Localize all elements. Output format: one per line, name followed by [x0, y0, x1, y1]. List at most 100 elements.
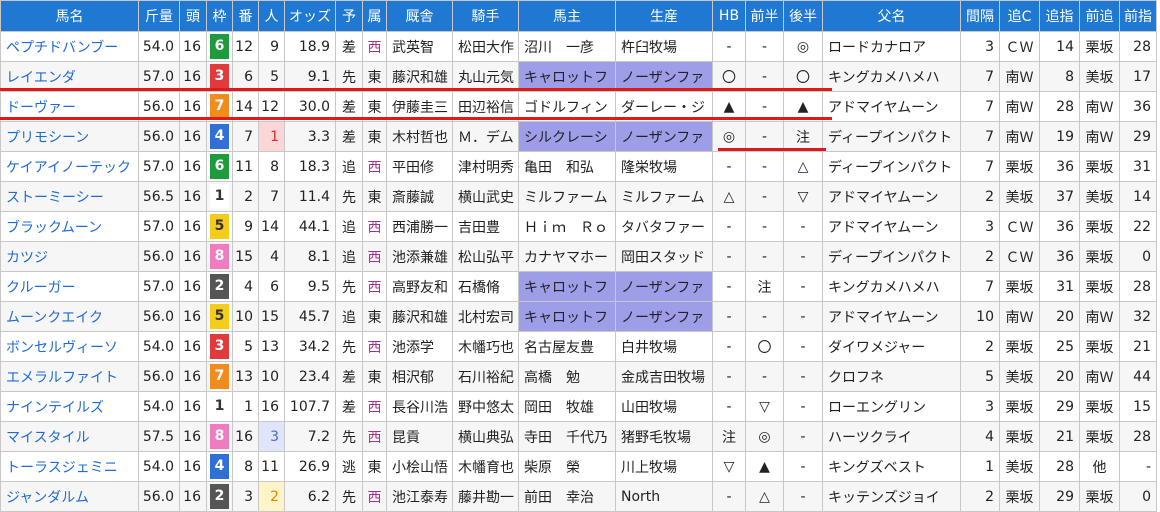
horse-name-link[interactable]: トーラスジェミニ [6, 460, 118, 476]
table-row[interactable]: ブラックムーン 57.0 16 5 9 14 44.1 追西西浦勝一 吉田豊 Ｈｉｍ Ｒｏ タバタフ… [0, 211, 1157, 242]
cell-tou: 16 [179, 391, 207, 422]
column-header-waku[interactable]: 枠 [206, 0, 233, 32]
table-row[interactable]: ペプチドバンブー 54.0 16 6 12 9 18.9 差西武英智 松田大作 沼川 一彦 杵臼牧場… [0, 31, 1157, 62]
cell-ban: 6 [232, 61, 259, 92]
horse-name-cell[interactable]: ジャンダルム [0, 481, 139, 512]
cell-sire: ローエングリン [822, 391, 961, 422]
horse-name-cell[interactable]: クルーガー [0, 271, 139, 302]
column-header-zoku[interactable]: 属 [362, 0, 387, 32]
horse-name-cell[interactable]: トーラスジェミニ [0, 451, 139, 482]
cell-waku: 2 [206, 481, 233, 512]
column-header-maeshi[interactable]: 前指 [1119, 0, 1157, 32]
frame-number-badge: 1 [210, 394, 229, 419]
cell-maeoi: 南Ｗ [1079, 301, 1120, 332]
cell-yo: 差 [335, 121, 363, 152]
column-header-kankaku[interactable]: 間隔 [960, 0, 1000, 32]
horse-name-cell[interactable]: ペプチドバンブー [0, 31, 139, 62]
column-header-ban[interactable]: 番 [232, 0, 259, 32]
column-header-zen[interactable]: 前半 [745, 0, 784, 32]
column-header-kishu[interactable]: 騎手 [452, 0, 519, 32]
table-row[interactable]: ナインテイルズ 54.0 16 1 1 16 107.7 差西長谷川浩 野中悠太 岡田 牧雄 山田牧… [0, 391, 1157, 422]
column-header-kin[interactable]: 斤量 [138, 0, 180, 32]
table-row[interactable]: マイスタイル 57.5 16 8 16 3 7.2 先西昆貢 横山典弘 寺田 千代乃 猪野毛牧場注 ◎… [0, 421, 1157, 452]
table-row[interactable]: クルーガー 57.0 16 2 4 6 9.5 先西高野友和 石橋脩 キャロットフ ノーザンファ - 注… [0, 271, 1157, 302]
horse-name-cell[interactable]: ナインテイルズ [0, 391, 139, 422]
cell-oishi: 36 [1039, 151, 1080, 182]
table-row[interactable]: プリモシーン 56.0 16 4 7 1 3.3 差東木村哲也 Ｍ．デム シルクレーシ ノーザンファ… [0, 121, 1157, 152]
horse-name-cell[interactable]: ストーミーシー [0, 181, 139, 212]
cell-maeshi: 22 [1119, 211, 1157, 242]
column-header-owner[interactable]: 馬主 [518, 0, 616, 32]
horse-name-link[interactable]: クルーガー [6, 280, 76, 296]
affiliation-label: 東 [367, 129, 382, 146]
frame-number-badge: 5 [210, 304, 229, 329]
table-row[interactable]: カツジ 56.0 16 8 15 4 8.1 追西池添兼雄 松山弘平 カナヤマホー 岡田スタッド - -… [0, 241, 1157, 272]
horse-name-cell[interactable]: ブラックムーン [0, 211, 139, 242]
table-row[interactable]: ケイアイノーテック 57.0 16 6 11 8 18.3 追西平田修 津村明秀 亀田 和弘 隆栄牧… [0, 151, 1157, 182]
cell-kin: 56.0 [138, 481, 180, 512]
horse-name-link[interactable]: カツジ [6, 250, 48, 266]
column-header-name[interactable]: 馬名 [0, 0, 139, 32]
horse-name-link[interactable]: エメラルファイト [6, 370, 118, 386]
column-header-yo[interactable]: 予 [335, 0, 363, 32]
horse-name-link[interactable]: ケイアイノーテック [6, 160, 131, 176]
horse-name-link[interactable]: ドーヴァー [6, 100, 76, 116]
horse-name-link[interactable]: プリモシーン [6, 130, 89, 146]
horse-name-cell[interactable]: ボンセルヴィーソ [0, 331, 139, 362]
race-table-container: 馬名 斤量頭枠番人オッズ予属厩舎 騎手 馬主 生産 HB 前半 後半 父名 間隔 追C 追指 前追 前指 … [0, 0, 1160, 512]
table-row[interactable]: ストーミーシー 56.5 16 1 2 7 11.4 先東斎藤誠 横山武史 ミルファーム ミルファー… [0, 181, 1157, 212]
cell-maeoi: 栗坂 [1079, 421, 1120, 452]
table-row[interactable]: トーラスジェミニ 54.0 16 4 8 11 26.9 逃東小桧山悟 木幡育也 柴原 榮川上牧場… [0, 451, 1157, 482]
horse-name-link[interactable]: レイエンダ [6, 70, 76, 86]
column-header-kou[interactable]: 後半 [783, 0, 823, 32]
column-header-breeder[interactable]: 生産 [615, 0, 713, 32]
table-row[interactable]: レイエンダ 57.0 16 3 6 5 9.1 先東藤沢和雄 丸山元気 キャロットフ ノーザンファ〇… [0, 61, 1157, 92]
horse-name-link[interactable]: ジャンダルム [6, 490, 89, 506]
cell-zen: 〇 [745, 331, 784, 362]
horse-name-cell[interactable]: プリモシーン [0, 121, 139, 152]
horse-name-cell[interactable]: ケイアイノーテック [0, 151, 139, 182]
cell-kin: 54.0 [138, 31, 180, 62]
column-header-oic[interactable]: 追C [999, 0, 1040, 32]
column-header-tou[interactable]: 頭 [179, 0, 207, 32]
cell-ban: 11 [232, 151, 259, 182]
horse-name-cell[interactable]: エメラルファイト [0, 361, 139, 392]
table-row[interactable]: ボンセルヴィーソ 54.0 16 3 5 13 34.2 先西池添学 木幡巧也 名古屋友豊 白井牧場… [0, 331, 1157, 362]
horse-name-cell[interactable]: カツジ [0, 241, 139, 272]
table-row[interactable]: ムーンクエイク 56.0 16 5 10 15 45.7 追東藤沢和雄 北村宏司 キャロットフ ノー… [0, 301, 1157, 332]
table-row[interactable]: エメラルファイト 56.0 16 7 13 10 23.4 差東相沢郁 石川裕紀 高橋 勉金成吉田… [0, 361, 1157, 392]
column-header-oishi[interactable]: 追指 [1039, 0, 1080, 32]
horse-name-link[interactable]: ペプチドバンブー [6, 40, 118, 56]
column-header-sire[interactable]: 父名 [822, 0, 961, 32]
cell-oishi: 28 [1039, 451, 1080, 482]
cell-owner: シルクレーシ [518, 121, 616, 152]
cell-maeoi: 栗坂 [1079, 211, 1120, 242]
horse-name-link[interactable]: ムーンクエイク [6, 310, 103, 326]
column-header-odds[interactable]: オッズ [284, 0, 336, 32]
horse-name-link[interactable]: ストーミーシー [6, 190, 104, 206]
cell-yo: 差 [335, 31, 363, 62]
cell-zen: - [745, 181, 784, 212]
column-header-hb[interactable]: HB [712, 0, 746, 32]
cell-maeshi: 44 [1119, 361, 1157, 392]
column-header-kyusha[interactable]: 厩舎 [386, 0, 453, 32]
table-row[interactable]: ジャンダルム 56.0 16 2 3 2 6.2 先西池江泰寿 藤井勘一 前田 幸治 North - △… [0, 481, 1157, 512]
cell-kou: 〇 [783, 61, 823, 92]
cell-waku: 2 [206, 271, 233, 302]
cell-sire: ハーツクライ [822, 421, 961, 452]
cell-zen: - [745, 211, 784, 242]
horse-name-link[interactable]: ボンセルヴィーソ [6, 340, 118, 356]
column-header-maeoi[interactable]: 前追 [1079, 0, 1120, 32]
cell-ban: 15 [232, 241, 259, 272]
horse-name-cell[interactable]: ムーンクエイク [0, 301, 139, 332]
cell-tou: 16 [179, 361, 207, 392]
column-header-nin[interactable]: 人 [258, 0, 285, 32]
horse-name-cell[interactable]: レイエンダ [0, 61, 139, 92]
cell-waku: 8 [206, 241, 233, 272]
horse-name-cell[interactable]: マイスタイル [0, 421, 139, 452]
horse-name-link[interactable]: ブラックムーン [6, 220, 102, 236]
cell-breeder: 金成吉田牧場 [615, 361, 713, 392]
cell-zen: - [745, 121, 784, 152]
horse-name-link[interactable]: ナインテイルズ [6, 400, 104, 416]
horse-name-link[interactable]: マイスタイル [6, 430, 90, 446]
